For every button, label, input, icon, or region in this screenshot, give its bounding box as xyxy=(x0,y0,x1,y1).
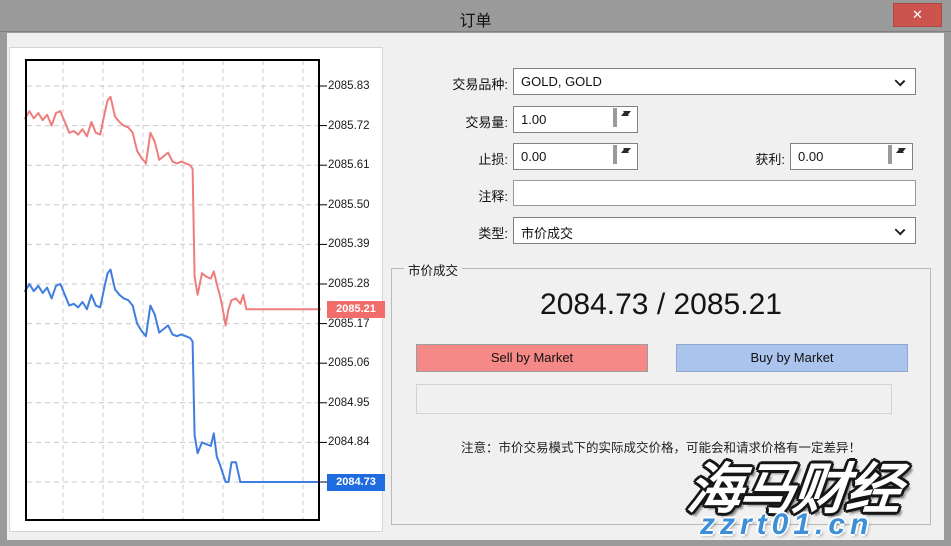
y-tick-label: 2085.50 xyxy=(328,198,388,212)
tick-chart-plot xyxy=(25,59,320,521)
tick-chart-panel: 2085.832085.722085.612085.502085.392085.… xyxy=(9,47,383,532)
ask-price-badge: 2085.21 xyxy=(327,301,385,318)
take-profit-decrement-button[interactable] xyxy=(890,145,892,164)
y-tick-label: 2084.95 xyxy=(328,396,388,410)
y-tick-label: 2085.39 xyxy=(328,237,388,251)
stop-loss-value: 0.00 xyxy=(521,149,546,164)
symbol-combo[interactable]: GOLD, GOLD xyxy=(513,68,916,95)
order-type-combo[interactable]: 市价成交 xyxy=(513,217,916,244)
y-tick-label: 2085.61 xyxy=(328,158,388,172)
ask-line xyxy=(25,97,320,326)
close-button[interactable]: ✕ xyxy=(893,3,942,27)
comment-input[interactable] xyxy=(513,180,916,206)
watermark-domain: zzrt01.cn xyxy=(700,508,951,542)
order-type-label: 类型: xyxy=(383,223,508,242)
buy-by-market-button[interactable]: Buy by Market xyxy=(676,344,908,372)
symbol-combo-value: GOLD, GOLD xyxy=(521,74,602,89)
close-icon: ✕ xyxy=(912,7,923,22)
volume-decrement-button[interactable] xyxy=(615,108,617,127)
take-profit-stepper[interactable]: 0.00 xyxy=(790,143,913,170)
symbol-label: 交易品种: xyxy=(383,74,508,93)
y-tick-label: 2085.83 xyxy=(328,79,388,93)
chevron-down-icon xyxy=(895,225,906,236)
arrow-down-icon xyxy=(898,148,906,153)
arrow-down-icon xyxy=(623,148,631,153)
titlebar: 订单 ✕ xyxy=(0,0,951,32)
order-type-combo-value: 市价成交 xyxy=(521,226,573,241)
stop-loss-label: 止损: xyxy=(383,149,508,168)
group-title: 市价成交 xyxy=(404,260,462,279)
chevron-down-icon xyxy=(895,76,906,87)
comment-label: 注释: xyxy=(383,186,508,205)
take-profit-label: 获利: xyxy=(660,149,785,168)
y-tick-label: 2085.28 xyxy=(328,277,388,291)
take-profit-value: 0.00 xyxy=(798,149,823,164)
volume-value: 1.00 xyxy=(521,112,546,127)
y-tick-label: 2085.72 xyxy=(328,119,388,133)
execution-progress-box xyxy=(416,384,892,414)
volume-stepper[interactable]: 1.00 xyxy=(513,106,638,133)
y-tick-label: 2085.06 xyxy=(328,356,388,370)
stop-loss-stepper[interactable]: 0.00 xyxy=(513,143,638,170)
bid-price-badge: 2084.73 xyxy=(327,474,385,491)
arrow-down-icon xyxy=(623,111,631,116)
sell-by-market-button[interactable]: Sell by Market xyxy=(416,344,648,372)
tick-chart-svg xyxy=(25,59,320,521)
y-tick-label: 2084.84 xyxy=(328,435,388,449)
bid-line xyxy=(25,270,320,482)
stop-loss-decrement-button[interactable] xyxy=(615,145,617,164)
bid-ask-price-display: 2084.73 / 2085.21 xyxy=(392,288,930,322)
volume-label: 交易量: xyxy=(383,112,508,131)
window-title: 订单 xyxy=(0,7,951,31)
y-tick-label: 2085.17 xyxy=(328,317,388,331)
